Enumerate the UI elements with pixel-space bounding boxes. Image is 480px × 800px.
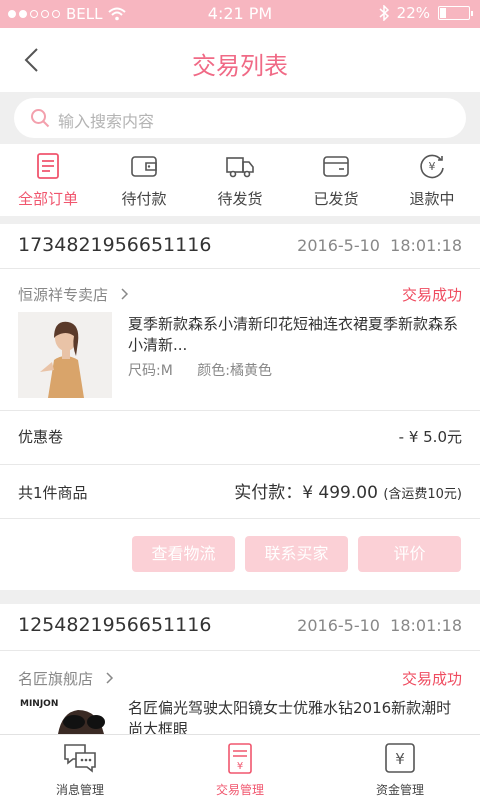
tab-label: 全部订单 xyxy=(17,190,78,208)
coupon-row: 优惠卷 - ¥ 5.0元 xyxy=(0,410,480,464)
shop-name: 恒源祥专卖店 xyxy=(18,286,109,304)
battery-percent: 22% xyxy=(396,4,430,22)
svg-text:¥: ¥ xyxy=(395,750,405,768)
order-date: 2016-5-10 xyxy=(297,236,380,255)
shipping-note: (含运费10元) xyxy=(383,487,462,502)
shop-name: 名匠旗舰店 xyxy=(18,670,94,688)
bottom-nav: 消息管理 ¥ 交易管理 ¥ 资金管理 xyxy=(0,734,480,800)
coupon-value: - ¥ 5.0元 xyxy=(398,428,462,446)
order-number: 1254821956651116 xyxy=(18,614,212,636)
nav-messages[interactable]: 消息管理 xyxy=(0,735,160,800)
svg-text:¥: ¥ xyxy=(237,761,243,772)
order-card[interactable]: 1734821956651116 2016-5-10 18:01:18 恒源祥专… xyxy=(0,224,480,590)
order-card[interactable]: 1254821956651116 2016-5-10 18:01:18 名匠旗舰… xyxy=(0,604,480,738)
contact-buyer-button[interactable]: 联系买家 xyxy=(245,536,348,572)
bluetooth-icon xyxy=(379,5,389,21)
tab-pending-payment[interactable]: 待付款 xyxy=(96,144,192,216)
page-title: 交易列表 xyxy=(192,52,288,80)
product-image[interactable]: MINJON xyxy=(18,696,112,734)
product-color: 颜色:橘黄色 xyxy=(197,363,272,379)
tab-shipped[interactable]: 已发货 xyxy=(288,144,384,216)
tab-label: 已发货 xyxy=(313,190,359,208)
order-time: 18:01:18 xyxy=(390,616,462,635)
product-image[interactable] xyxy=(18,312,112,398)
tab-label: 待付款 xyxy=(121,190,167,208)
paid-amount: ¥ 499.00 xyxy=(302,483,378,503)
card-icon xyxy=(323,156,349,177)
refund-icon: ¥ xyxy=(420,154,444,179)
search-icon xyxy=(31,109,50,128)
nav-transactions[interactable]: ¥ 交易管理 xyxy=(160,735,320,800)
wallet-icon xyxy=(131,156,157,177)
paid-total: 实付款：¥ 499.00 (含运费10元) xyxy=(234,478,462,503)
nav-funds[interactable]: ¥ 资金管理 xyxy=(320,735,480,800)
order-status: 交易成功 xyxy=(401,286,462,304)
view-logistics-button[interactable]: 查看物流 xyxy=(132,536,235,572)
chevron-right-icon xyxy=(121,288,128,300)
order-number: 1734821956651116 xyxy=(18,234,212,256)
search-input[interactable]: 输入搜索内容 xyxy=(14,98,466,138)
tab-refunding[interactable]: ¥ 退款中 xyxy=(384,144,480,216)
nav-label: 资金管理 xyxy=(375,783,424,797)
action-buttons: 查看物流 联系买家 评价 xyxy=(0,526,480,582)
brand-logo: MINJON xyxy=(20,699,58,709)
item-count: 共1件商品 xyxy=(18,484,88,502)
transaction-icon: ¥ xyxy=(228,743,252,774)
product-size: 尺码:M xyxy=(128,363,173,379)
paid-label: 实付款： xyxy=(234,483,303,503)
tab-all-orders[interactable]: 全部订单 xyxy=(0,144,96,216)
product-name[interactable]: 夏季新款森系小清新印花短袖连衣裙夏季新款森系小清新... xyxy=(128,314,464,356)
order-status: 交易成功 xyxy=(401,670,462,688)
product-spec: 尺码:M 颜色:橘黄色 xyxy=(128,360,292,380)
money-icon: ¥ xyxy=(385,743,415,773)
tab-label: 退款中 xyxy=(409,190,455,208)
svg-text:¥: ¥ xyxy=(429,160,436,173)
truck-icon xyxy=(226,157,254,178)
coupon-label: 优惠卷 xyxy=(18,428,64,446)
search-bar: 输入搜索内容 xyxy=(0,92,480,144)
total-row: 共1件商品 实付款：¥ 499.00 (含运费10元) xyxy=(0,464,480,518)
order-tabs: 全部订单 待付款 待发货 已发货 ¥ 退款中 xyxy=(0,144,480,216)
chevron-right-icon xyxy=(106,672,113,684)
order-list-icon xyxy=(37,153,59,179)
shop-link[interactable]: 恒源祥专卖店 xyxy=(18,284,129,305)
nav-label: 消息管理 xyxy=(55,783,104,797)
search-placeholder: 输入搜索内容 xyxy=(58,112,155,131)
review-button[interactable]: 评价 xyxy=(358,536,461,572)
order-time: 18:01:18 xyxy=(390,236,462,255)
nav-label: 交易管理 xyxy=(215,783,264,797)
status-bar: BELL 4:21 PM 22% xyxy=(0,0,480,28)
tab-label: 待发货 xyxy=(217,190,263,208)
order-date: 2016-5-10 xyxy=(297,616,380,635)
tab-pending-shipment[interactable]: 待发货 xyxy=(192,144,288,216)
nav-bar: 交易列表 xyxy=(0,28,480,92)
shop-link[interactable]: 名匠旗舰店 xyxy=(18,668,114,689)
battery-icon xyxy=(438,6,473,20)
message-icon xyxy=(64,744,96,773)
order-datetime: 2016-5-10 18:01:18 xyxy=(297,236,462,255)
order-datetime: 2016-5-10 18:01:18 xyxy=(297,616,462,635)
